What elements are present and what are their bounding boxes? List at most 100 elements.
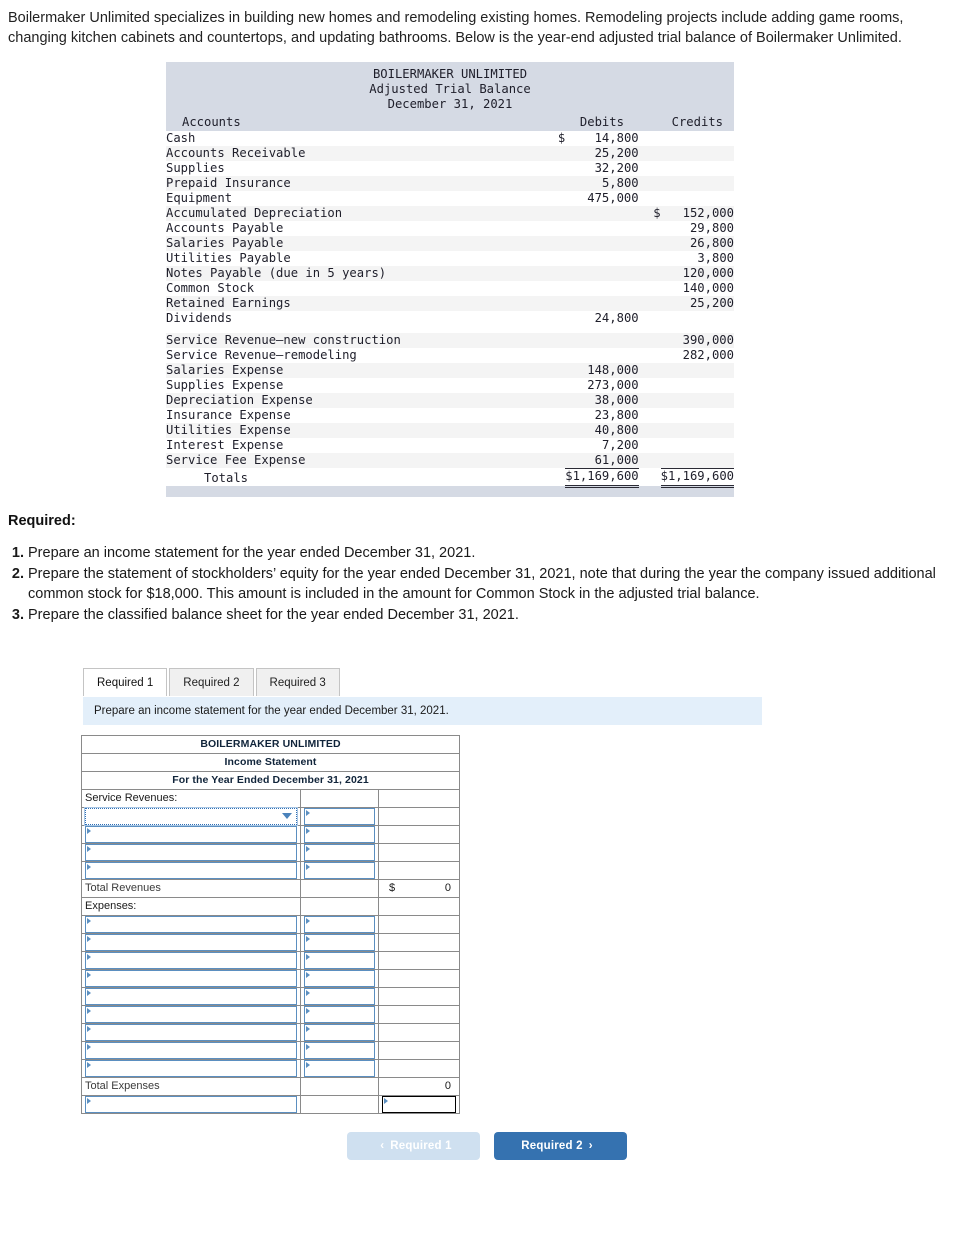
worksheet-input-row	[81, 1040, 460, 1060]
row-account: Accounts Receivable	[166, 145, 544, 161]
row-account: Utilities Payable	[166, 250, 544, 266]
amount-cell[interactable]	[300, 914, 379, 934]
row-credit	[660, 190, 734, 206]
amount-cell[interactable]	[300, 1004, 379, 1024]
net-income-label-input[interactable]	[85, 1095, 297, 1113]
amount-input[interactable]	[304, 1005, 375, 1023]
amount-input[interactable]	[304, 807, 375, 825]
account-name-input[interactable]	[85, 915, 297, 933]
row-credit-symbol	[638, 347, 661, 363]
trial-balance-statement: Adjusted Trial Balance	[166, 82, 734, 98]
amount-input[interactable]	[304, 951, 375, 969]
account-name-cell[interactable]	[81, 968, 301, 988]
account-name-input[interactable]	[85, 1005, 297, 1023]
tab-label: Required 1	[97, 676, 154, 689]
worksheet-input-row	[81, 950, 460, 970]
account-name-input[interactable]	[85, 825, 297, 843]
income-statement-table: BOILERMAKER UNLIMITED Income Statement F…	[81, 734, 460, 1114]
amount-input[interactable]	[304, 1041, 375, 1059]
tab-required-2[interactable]: Required 2	[169, 667, 254, 696]
account-name-cell[interactable]	[81, 914, 301, 934]
footer-band-cell	[166, 486, 734, 497]
trial-balance-row: Cash $14,800	[166, 130, 734, 146]
row-account: Accounts Payable	[166, 220, 544, 236]
amount-cell[interactable]	[300, 1022, 379, 1042]
tab-required-1[interactable]: Required 1	[83, 667, 168, 696]
amount-input[interactable]	[304, 915, 375, 933]
row-credit-symbol	[638, 145, 661, 161]
row-debit: 61,000	[565, 452, 639, 469]
amount-input[interactable]	[304, 861, 375, 879]
amount-cell[interactable]	[300, 950, 379, 970]
account-name-input[interactable]	[85, 987, 297, 1005]
row-credit-symbol	[638, 235, 661, 251]
amount-cell[interactable]	[300, 824, 379, 844]
account-name-cell[interactable]	[81, 1004, 301, 1024]
account-name-cell[interactable]	[81, 842, 301, 862]
header-debits: Debits	[565, 112, 639, 131]
row-credit	[660, 377, 734, 393]
amount-input[interactable]	[304, 933, 375, 951]
account-name-input[interactable]	[85, 933, 297, 951]
account-name-cell[interactable]	[81, 806, 301, 826]
account-name-input[interactable]	[84, 806, 298, 826]
amount-input[interactable]	[304, 987, 375, 1005]
row-debit-symbol	[543, 437, 566, 453]
account-name-cell[interactable]	[81, 824, 301, 844]
row-credit: 140,000	[660, 280, 734, 296]
account-name-cell[interactable]	[81, 1040, 301, 1060]
amount-input[interactable]	[304, 1059, 375, 1077]
row-credit-symbol	[638, 265, 661, 281]
net-income-label-cell[interactable]	[81, 1094, 301, 1114]
total-amount-spacer	[300, 1076, 379, 1096]
total-value: 0	[444, 1080, 451, 1093]
account-name-cell[interactable]	[81, 860, 301, 880]
account-name-input[interactable]	[85, 1023, 297, 1041]
row-credit-symbol: $	[638, 205, 661, 221]
worksheet-input-row	[81, 1058, 460, 1078]
amount-cell[interactable]	[300, 806, 379, 826]
row-debit-symbol	[543, 295, 566, 311]
row-account: Service Revenue—new construction	[166, 332, 544, 348]
intro-paragraph: Boilermaker Unlimited specializes in bui…	[8, 10, 904, 46]
net-income-value-input[interactable]	[382, 1095, 456, 1113]
account-name-input[interactable]	[85, 861, 297, 879]
spacer-cell	[166, 325, 734, 333]
row-credit-symbol	[638, 392, 661, 408]
trial-balance-row: Accounts Receivable 25,200	[166, 145, 734, 161]
previous-required-button[interactable]: ‹ Required 1	[346, 1131, 480, 1160]
next-required-button[interactable]: Required 2 ›	[493, 1131, 627, 1160]
amount-cell[interactable]	[300, 968, 379, 988]
account-name-cell[interactable]	[81, 1058, 301, 1078]
account-name-cell[interactable]	[81, 932, 301, 952]
trial-balance-row: Utilities Expense 40,800	[166, 422, 734, 438]
amount-input[interactable]	[304, 969, 375, 987]
chevron-down-icon[interactable]	[282, 812, 292, 819]
total-cell	[378, 986, 460, 1006]
amount-cell[interactable]	[300, 986, 379, 1006]
tab-required-3[interactable]: Required 3	[255, 667, 340, 696]
account-name-input[interactable]	[85, 1059, 297, 1077]
amount-cell[interactable]	[300, 932, 379, 952]
row-debit: 148,000	[565, 362, 639, 378]
amount-cell[interactable]	[300, 842, 379, 862]
trial-balance-header-row: Accounts Debits Credits	[166, 112, 734, 131]
amount-cell[interactable]	[300, 1058, 379, 1078]
account-name-input[interactable]	[85, 969, 297, 987]
account-name-cell[interactable]	[81, 950, 301, 970]
account-name-input[interactable]	[85, 951, 297, 969]
section-label: Expenses:	[81, 896, 301, 916]
amount-cell[interactable]	[300, 860, 379, 880]
account-name-input[interactable]	[85, 843, 297, 861]
amount-cell[interactable]	[300, 1040, 379, 1060]
account-name-input[interactable]	[85, 1041, 297, 1059]
amount-input[interactable]	[304, 843, 375, 861]
amount-input[interactable]	[304, 825, 375, 843]
amount-input[interactable]	[304, 1023, 375, 1041]
account-name-cell[interactable]	[81, 1022, 301, 1042]
row-credit: 120,000	[660, 265, 734, 281]
row-debit: 5,800	[565, 175, 639, 191]
account-name-cell[interactable]	[81, 986, 301, 1006]
net-income-value-cell[interactable]	[378, 1094, 460, 1114]
row-debit-symbol	[543, 160, 566, 176]
